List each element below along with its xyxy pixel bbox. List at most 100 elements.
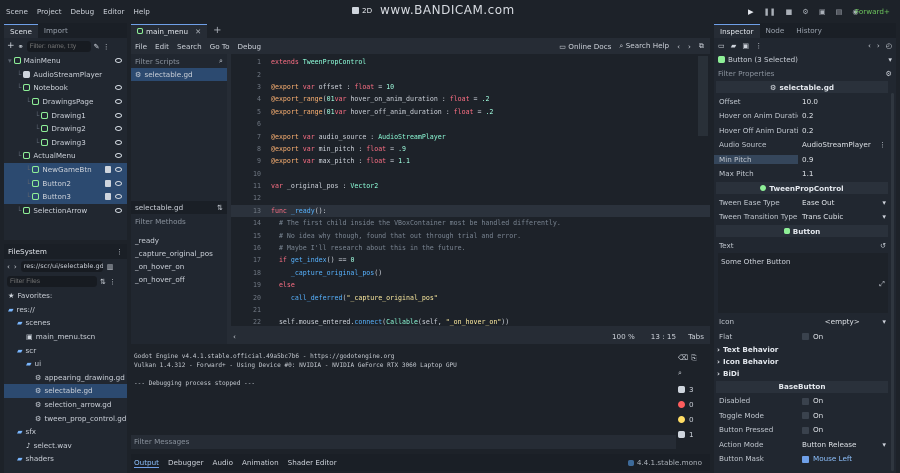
scene-node[interactable]: └ Button3: [4, 189, 127, 204]
add-node-icon[interactable]: +: [7, 41, 15, 51]
menu-editor[interactable]: Editor: [103, 7, 124, 16]
link-icon[interactable]: ⚭: [18, 42, 24, 51]
forward-icon[interactable]: ›: [877, 41, 880, 50]
property-value[interactable]: Mouse Left: [798, 454, 896, 463]
history-icon[interactable]: ◴: [886, 41, 892, 50]
menu-debug[interactable]: Debug: [71, 7, 95, 16]
script-menu-file[interactable]: File: [135, 42, 147, 51]
file-item[interactable]: ▣ main_menu.tscn: [4, 330, 127, 344]
sort-icon[interactable]: ⇅: [217, 203, 223, 212]
play-custom-icon[interactable]: ▤: [836, 7, 843, 16]
method-item[interactable]: _on_hover_off: [135, 273, 213, 286]
scene-filter-input[interactable]: [26, 40, 91, 52]
file-item[interactable]: ⚙ selection_arrow.gd: [4, 398, 127, 412]
error-filter[interactable]: 0: [678, 397, 706, 412]
script-menu-debug[interactable]: Debug: [237, 42, 261, 51]
zoom-level[interactable]: 100 %: [612, 332, 635, 341]
settings-icon[interactable]: ⚙: [886, 69, 892, 78]
file-item[interactable]: ▰ scenes: [4, 316, 127, 330]
property-value[interactable]: On: [798, 425, 896, 434]
back-icon[interactable]: ‹: [868, 41, 871, 50]
script-icon[interactable]: [105, 193, 111, 201]
search-help-button[interactable]: ⌕ Search Help: [619, 41, 669, 51]
menu-help[interactable]: Help: [133, 7, 149, 16]
indent-mode[interactable]: Tabs: [688, 332, 704, 341]
file-item[interactable]: ♪ select.wav: [4, 439, 127, 453]
back-icon[interactable]: ‹: [7, 262, 10, 271]
tab-main-menu[interactable]: main_menu ✕: [131, 23, 208, 38]
visibility-icon[interactable]: [115, 85, 122, 91]
scene-node[interactable]: └ Drawing2: [4, 122, 127, 136]
scene-node[interactable]: └ SelectionArrow: [4, 204, 127, 218]
search-icon[interactable]: ⌕: [678, 368, 682, 378]
method-item[interactable]: _on_hover_on: [135, 260, 213, 273]
warning-filter[interactable]: 0: [678, 412, 706, 427]
file-item[interactable]: ▰ scr: [4, 343, 127, 357]
icon-value[interactable]: <empty>: [798, 317, 882, 326]
inspector-scrollbar[interactable]: [891, 93, 894, 471]
bottom-tab-audio[interactable]: Audio: [213, 458, 233, 467]
visibility-icon[interactable]: [115, 139, 122, 145]
visibility-icon[interactable]: [115, 153, 122, 159]
visibility-icon[interactable]: [115, 167, 122, 173]
layout-icon[interactable]: ▥: [107, 262, 114, 271]
method-item[interactable]: _ready: [135, 234, 213, 247]
scene-node[interactable]: └ ActualMenu: [4, 149, 127, 163]
scene-node[interactable]: └ Drawing3: [4, 136, 127, 150]
open-icon[interactable]: ▰: [731, 41, 737, 50]
editor-filter[interactable]: 1: [678, 427, 706, 442]
remote-debug-icon[interactable]: ⚙: [802, 7, 808, 16]
scene-node[interactable]: ▾ MainMenu: [4, 54, 127, 68]
online-docs-button[interactable]: ▭ Online Docs: [559, 42, 611, 51]
bottom-tab-animation[interactable]: Animation: [242, 458, 279, 467]
scene-node[interactable]: └ AudioStreamPlayer: [4, 68, 127, 82]
property-value[interactable]: AudioStreamPlayer: [798, 140, 879, 149]
reset-icon[interactable]: ↺: [880, 241, 886, 250]
script-section-header[interactable]: ⚙ selectable.gd: [716, 81, 888, 93]
copy-icon[interactable]: ⎘: [691, 353, 697, 363]
filter-messages-input[interactable]: Filter Messages: [134, 437, 189, 446]
visibility-icon[interactable]: [115, 180, 122, 186]
scene-node[interactable]: └ DrawingsPage: [4, 95, 127, 109]
script-icon[interactable]: [105, 179, 111, 187]
scene-node[interactable]: └ NewGameBtn: [4, 162, 127, 177]
attach-script-icon[interactable]: ✎: [94, 42, 100, 51]
path-field[interactable]: res://scr/ui/selectable.gd: [20, 261, 103, 272]
scene-node[interactable]: └ Notebook: [4, 81, 127, 95]
file-item[interactable]: ⚙ appearing_drawing.gd: [4, 371, 127, 385]
button-section-header[interactable]: Button: [716, 225, 888, 237]
view-2d-button[interactable]: 2D: [352, 6, 372, 15]
prev-script-icon[interactable]: ‹: [677, 42, 680, 51]
stop-icon[interactable]: ■: [786, 7, 793, 16]
property-value[interactable]: 0.9: [798, 155, 896, 164]
script-menu-search[interactable]: Search: [177, 42, 202, 51]
selected-object[interactable]: Button (3 Selected) ▾: [714, 52, 896, 66]
warning-toggle-icon[interactable]: ‹: [231, 332, 236, 341]
expand-icon[interactable]: ⤢: [879, 279, 885, 289]
file-item[interactable]: ▰ ui: [4, 357, 127, 371]
property-value[interactable]: On: [798, 396, 896, 405]
filter-scripts-input[interactable]: Filter Scripts: [135, 57, 180, 66]
group-icon-behavior[interactable]: › Icon Behavior: [714, 356, 896, 368]
menu-icon[interactable]: ⋮: [116, 247, 123, 256]
visibility-icon[interactable]: [115, 112, 122, 118]
renderer-select[interactable]: Forward+: [855, 7, 890, 16]
tab-inspector[interactable]: Inspector: [714, 23, 760, 38]
bottom-tab-debugger[interactable]: Debugger: [168, 458, 204, 467]
file-item[interactable]: ⚙ selectable.gd: [4, 384, 127, 398]
play-icon[interactable]: ▶: [748, 7, 754, 16]
forward-icon[interactable]: ›: [14, 262, 17, 271]
tween-section-header[interactable]: TweenPropControl: [716, 182, 888, 194]
basebutton-section-header[interactable]: BaseButton: [716, 380, 888, 393]
tab-scene[interactable]: Scene: [4, 23, 38, 38]
property-value[interactable]: On: [798, 411, 896, 420]
scene-node[interactable]: └ Drawing1: [4, 108, 127, 122]
clear-icon[interactable]: ⌫: [678, 353, 688, 362]
filter-methods-input[interactable]: Filter Methods: [135, 217, 186, 226]
script-icon[interactable]: [105, 166, 111, 174]
extra-icon[interactable]: ⋮: [755, 41, 762, 50]
message-filter[interactable]: 3: [678, 382, 706, 397]
pause-icon[interactable]: ❚❚: [764, 7, 776, 16]
script-menu-edit[interactable]: Edit: [155, 42, 169, 51]
menu-icon[interactable]: ⋮: [103, 42, 110, 51]
